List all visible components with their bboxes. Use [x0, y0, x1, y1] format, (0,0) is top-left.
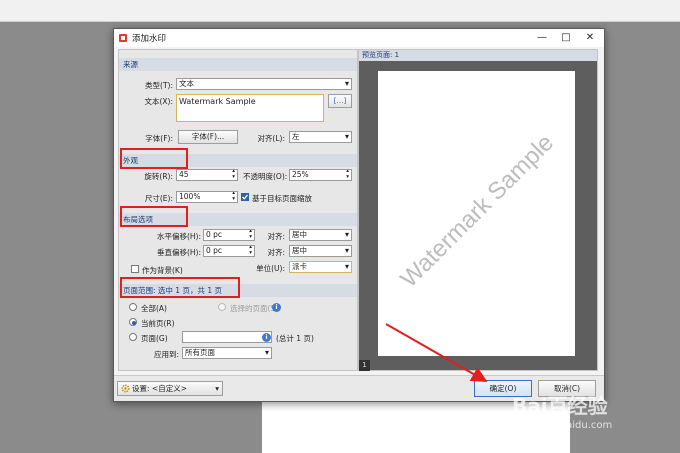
- minimize-button[interactable]: —: [532, 31, 552, 45]
- type-label: 类型(T):: [145, 81, 173, 90]
- layout-highlight-box: [120, 206, 188, 227]
- total-pages-label: (总计 1 页): [276, 334, 314, 343]
- settings-label: 设置: <自定义>: [132, 384, 187, 393]
- as-background-checkbox[interactable]: [131, 265, 139, 273]
- all-pages-label: 全部(A): [141, 304, 167, 313]
- v-offset-stepper[interactable]: 0 pc: [203, 245, 255, 257]
- gear-icon: [121, 384, 130, 393]
- size-stepper[interactable]: 100%: [176, 191, 238, 203]
- page-range-highlight-box: [120, 277, 240, 298]
- align-select[interactable]: 左: [289, 131, 352, 143]
- v-offset-label: 垂直偏移(H):: [156, 248, 201, 257]
- size-label: 尺寸(E):: [144, 194, 173, 203]
- apply-to-label: 应用到:: [153, 350, 179, 359]
- scale-to-page-checkbox[interactable]: [241, 193, 249, 201]
- apply-to-select[interactable]: 所有页面: [182, 347, 272, 359]
- close-button[interactable]: ✕: [580, 31, 600, 45]
- baidu-watermark-logo: Bai百经验: [512, 394, 608, 418]
- h-align-select[interactable]: 居中: [289, 229, 352, 241]
- baidu-watermark-url: jingyan.baidu.com: [520, 420, 613, 431]
- current-page-label: 当前页(R): [141, 319, 175, 328]
- h-offset-label: 水平偏移(H):: [156, 232, 201, 241]
- text-label: 文本(X):: [144, 97, 173, 106]
- all-pages-radio[interactable]: [129, 303, 137, 311]
- unit-select[interactable]: 派卡: [289, 261, 352, 273]
- h-offset-stepper[interactable]: 0 pc: [203, 229, 255, 241]
- scale-to-page-label: 基于目标页面缩放: [252, 194, 312, 203]
- preview-header: 预览页面: 1: [359, 50, 597, 61]
- current-page-radio[interactable]: [129, 318, 137, 326]
- v-align-select[interactable]: 居中: [289, 245, 352, 257]
- pages-input[interactable]: [182, 331, 272, 343]
- settings-select[interactable]: 设置: <自定义> ▾: [117, 381, 223, 396]
- align-label: 对齐(L):: [257, 134, 285, 143]
- dialog-title: 添加水印: [132, 34, 167, 44]
- browser-top-strip: [0, 0, 680, 22]
- preview-watermark-text: Watermark Sample: [395, 129, 560, 293]
- rotation-stepper[interactable]: 45: [176, 169, 238, 181]
- pages-label: 页面(G): [141, 334, 168, 343]
- font-button[interactable]: 字体(F)...: [178, 130, 238, 144]
- rotation-label: 旋转(R):: [144, 172, 173, 181]
- chevron-down-icon: ▾: [215, 384, 219, 393]
- opacity-stepper[interactable]: 25%: [289, 169, 352, 181]
- title-bar: 添加水印 — □ ✕: [114, 29, 604, 47]
- appearance-highlight-box: [120, 148, 188, 169]
- preview-page-number[interactable]: 1: [359, 360, 370, 371]
- insert-field-button[interactable]: […]: [328, 94, 352, 108]
- opacity-label: 不透明度(O):: [243, 172, 288, 181]
- pages-radio[interactable]: [129, 333, 137, 341]
- selected-pages-label: 选择的页面(S): [230, 304, 279, 313]
- app-icon: [119, 34, 127, 42]
- font-label: 字体(F):: [145, 134, 173, 143]
- pages-info-icon[interactable]: i: [262, 333, 271, 342]
- annotation-arrow: [385, 323, 488, 382]
- selected-pages-radio[interactable]: [218, 303, 226, 311]
- watermark-text-input[interactable]: Watermark Sample: [176, 94, 324, 122]
- h-align-label: 对齐:: [267, 232, 285, 241]
- selected-pages-info-icon[interactable]: i: [272, 303, 281, 312]
- add-watermark-dialog: 添加水印 — □ ✕ 来源 类型(T): 文本 文本(X): Watermark…: [113, 28, 605, 402]
- type-select[interactable]: 文本: [176, 78, 352, 90]
- check-icon: [242, 194, 248, 200]
- source-section-header: 来源: [119, 58, 357, 71]
- preview-page: Watermark Sample: [378, 71, 575, 356]
- maximize-button[interactable]: □: [556, 31, 576, 45]
- unit-label: 单位(U):: [256, 264, 285, 273]
- as-background-label: 作为背景(K): [142, 266, 183, 275]
- settings-pane: 来源 类型(T): 文本 文本(X): Watermark Sample […]…: [118, 49, 358, 371]
- v-align-label: 对齐:: [267, 248, 285, 257]
